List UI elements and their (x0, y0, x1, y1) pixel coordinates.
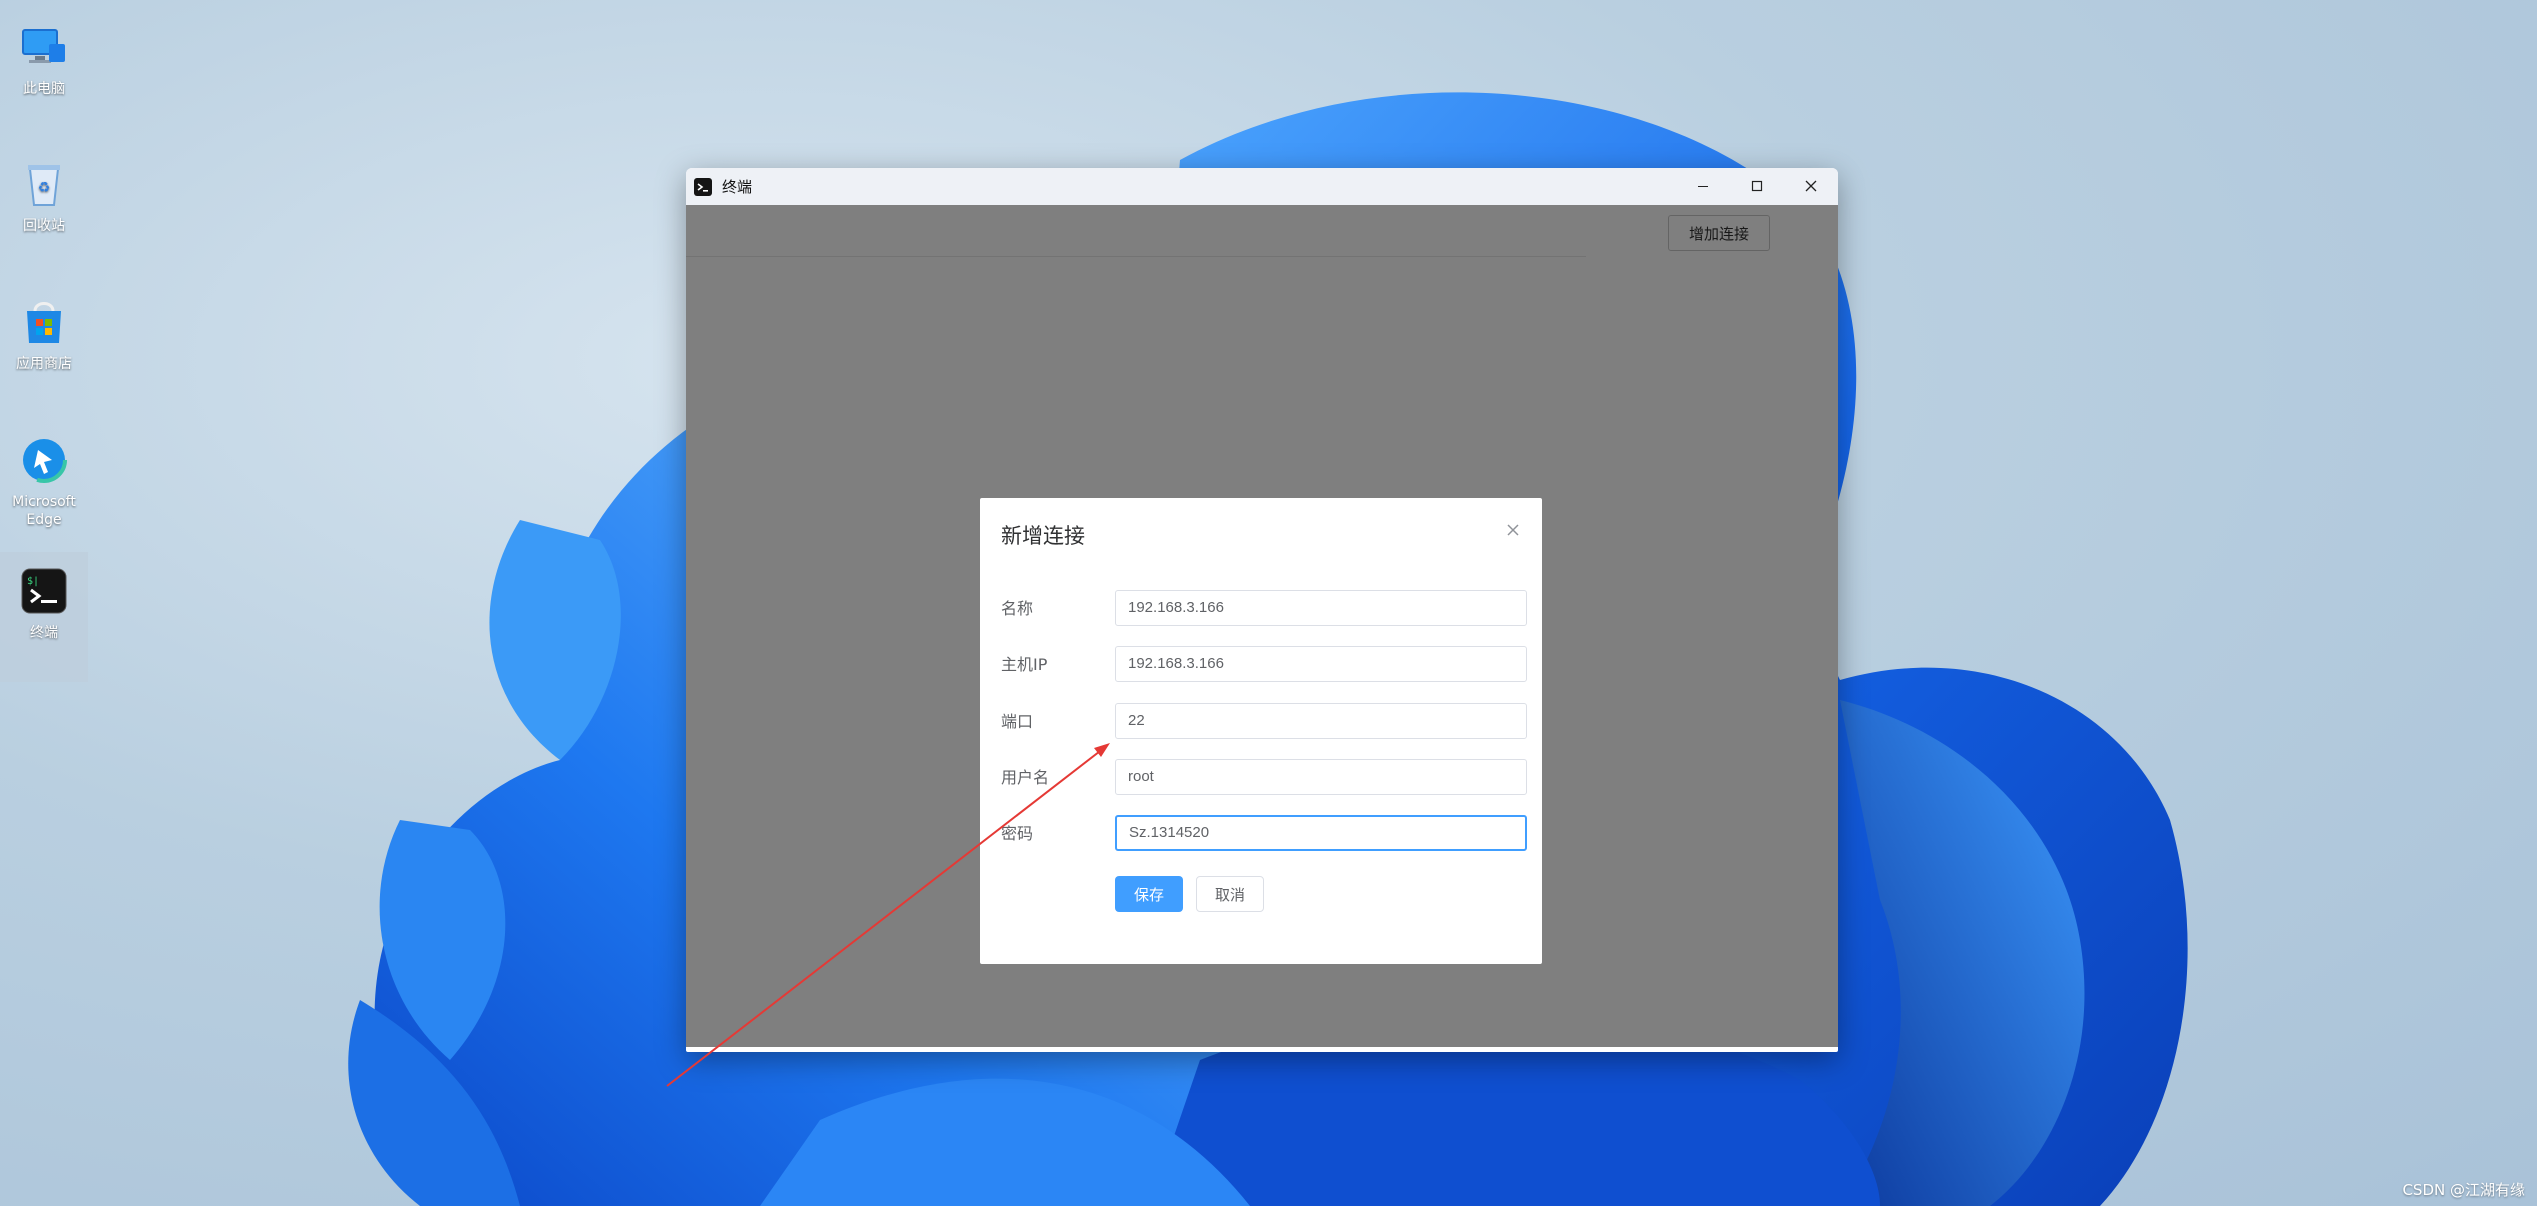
host-ip-label: 主机IP (1001, 655, 1048, 674)
host-ip-input[interactable]: 192.168.3.166 (1115, 646, 1527, 682)
recycle-bin-icon: ♻ (17, 157, 71, 211)
close-icon (1506, 522, 1520, 541)
computer-icon (17, 20, 71, 74)
window-title: 终端 (722, 178, 753, 196)
form-row-host-ip: 主机IP 192.168.3.166 (980, 646, 1542, 684)
form-row-port: 端口 22 (980, 703, 1542, 741)
desktop-icon-label: 终端 (30, 625, 58, 641)
dialog-close-button[interactable] (1504, 522, 1522, 540)
desktop-icon-this-pc[interactable]: 此电脑 (0, 8, 88, 130)
port-label: 端口 (1001, 712, 1034, 731)
store-icon (17, 295, 71, 349)
close-button[interactable] (1784, 168, 1838, 205)
minimize-button[interactable] (1676, 168, 1730, 205)
svg-text:$|: $| (27, 576, 39, 587)
edge-icon (17, 433, 71, 487)
modal-overlay[interactable]: 新增连接 名称 192.168.3.166 主机IP 192.168.3.166 (686, 205, 1838, 1047)
window-content: 增加连接 新增连接 名称 192.168.3.166 主机IP (686, 205, 1838, 1047)
name-input[interactable]: 192.168.3.166 (1115, 590, 1527, 626)
username-label: 用户名 (1001, 768, 1050, 787)
terminal-app-window: 终端 增加连接 新增连接 (686, 168, 1838, 1052)
form-row-password: 密码 Sz.1314520 (980, 815, 1542, 853)
minimize-icon (1697, 177, 1709, 196)
form-row-username: 用户名 root (980, 759, 1542, 797)
maximize-icon (1751, 177, 1763, 196)
cancel-button[interactable]: 取消 (1196, 876, 1264, 912)
window-titlebar[interactable]: 终端 (686, 168, 1838, 205)
desktop-icon-label: 应用商店 (16, 356, 72, 372)
password-input[interactable]: Sz.1314520 (1115, 815, 1527, 851)
name-label: 名称 (1001, 599, 1034, 618)
close-icon (1805, 177, 1817, 196)
port-input[interactable]: 22 (1115, 703, 1527, 739)
terminal-app-icon (694, 177, 712, 196)
desktop-icon-edge[interactable]: Microsoft Edge (0, 421, 88, 543)
desktop-icon-recycle-bin[interactable]: ♻ 回收站 (0, 145, 88, 267)
desktop-icon-label: 回收站 (23, 218, 65, 234)
terminal-icon: $| (17, 564, 71, 618)
desktop: 此电脑 ♻ 回收站 应用商店 Microsoft Edge $| 终端 终端 新… (0, 0, 2537, 1206)
username-input[interactable]: root (1115, 759, 1527, 795)
password-label: 密码 (1001, 824, 1034, 843)
desktop-icon-label: 此电脑 (23, 81, 65, 97)
dialog-title: 新增连接 (1001, 524, 1085, 548)
desktop-icon-store[interactable]: 应用商店 (0, 283, 88, 405)
desktop-icon-terminal[interactable]: $| 终端 (0, 552, 88, 682)
save-button[interactable]: 保存 (1115, 876, 1183, 912)
form-row-name: 名称 192.168.3.166 (980, 590, 1542, 628)
watermark: CSDN @江湖有缘 (2402, 1181, 2525, 1199)
maximize-button[interactable] (1730, 168, 1784, 205)
svg-text:♻: ♻ (38, 180, 51, 196)
desktop-icon-label: Microsoft Edge (12, 494, 76, 528)
new-connection-dialog: 新增连接 名称 192.168.3.166 主机IP 192.168.3.166 (980, 498, 1542, 964)
